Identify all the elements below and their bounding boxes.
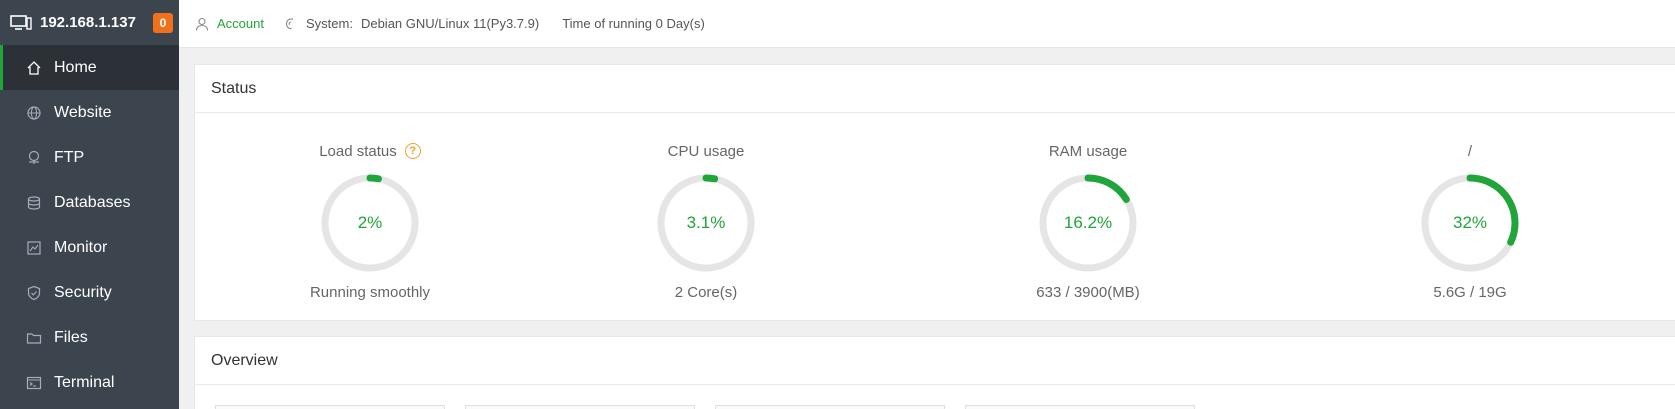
sidebar-item-ftp[interactable]: FTP [0, 135, 179, 180]
database-icon [27, 195, 41, 210]
gauge-value: 2% [357, 213, 383, 232]
gauge-subtitle: 5.6G / 19G [1433, 284, 1507, 301]
gauge-ring: 32% [1415, 168, 1525, 278]
gauge-ram[interactable]: RAM usage 16.2% 633 / 3900(MB) [1013, 140, 1163, 302]
gauge-subtitle: Running smoothly [309, 284, 431, 301]
sidebar: 192.168.1.137 0 Home Website FTP Databas… [0, 0, 179, 409]
gauge-ring: 16.2% [1033, 168, 1143, 278]
gauge-title-text: Load status [319, 142, 397, 160]
sidebar-item-files[interactable]: Files [0, 315, 179, 360]
overview-card[interactable] [715, 405, 945, 409]
gauge-title: Load status ? [319, 140, 421, 162]
sidebar-item-label: FTP [54, 148, 85, 166]
gauge-subtitle: 2 Core(s) [674, 284, 738, 301]
gauge-title: / [1467, 142, 1473, 160]
server-ip: 192.168.1.137 [40, 14, 136, 31]
sidebar-item-label: Website [54, 103, 112, 121]
overview-card[interactable] [965, 405, 1195, 409]
server-header[interactable]: 192.168.1.137 0 [0, 0, 179, 45]
gauge-subtitle: 633 / 3900(MB) [1036, 284, 1140, 301]
terminal-icon [26, 376, 42, 389]
gauge-disk[interactable]: / 32% 5.6G / 19G [1395, 140, 1545, 301]
overview-title: Overview [195, 337, 1675, 385]
gauge-ring: 2% [315, 168, 425, 278]
sidebar-item-terminal[interactable]: Terminal [0, 360, 179, 405]
sidebar-item-databases[interactable]: Databases [0, 180, 179, 225]
sidebar-item-label: Terminal [54, 373, 115, 391]
sidebar-item-label: Files [54, 328, 88, 346]
gauge-cpu[interactable]: CPU usage 3.1% 2 Core(s) [631, 140, 781, 301]
shield-icon [27, 285, 41, 300]
folder-icon [26, 332, 42, 344]
sidebar-item-security[interactable]: Security [0, 270, 179, 315]
status-title: Status [195, 65, 1675, 113]
uptime-text: Time of running 0 Day(s) [562, 16, 705, 31]
overview-panel: Overview [194, 336, 1675, 409]
monitor-chart-icon [27, 240, 41, 255]
sidebar-item-label: Databases [54, 193, 131, 211]
overview-card[interactable] [465, 405, 695, 409]
account-link[interactable]: Account [195, 16, 264, 31]
user-icon [195, 17, 209, 31]
ftp-icon [28, 150, 40, 164]
top-bar: Account System: Debian GNU/Linux 11(Py3.… [179, 0, 1675, 48]
gauge-load[interactable]: Load status ? 2% Running smoothly [295, 140, 445, 302]
help-icon[interactable]: ? [404, 143, 421, 159]
monitor-icon [10, 14, 32, 30]
status-panel: Status Load status ? 2% Running smoothly… [194, 64, 1675, 321]
sidebar-item-home[interactable]: Home [0, 45, 179, 90]
uptime-info: Time of running 0 Day(s) [562, 16, 705, 31]
sidebar-item-label: Security [54, 283, 112, 301]
sidebar-item-monitor[interactable]: Monitor [0, 225, 179, 270]
overview-card[interactable] [215, 405, 445, 409]
notification-badge[interactable]: 0 [153, 12, 173, 33]
gauge-title: RAM usage [1048, 142, 1128, 160]
sidebar-item-label: Monitor [54, 238, 108, 256]
gauge-value: 32% [1452, 213, 1488, 232]
gauge-ring: 3.1% [651, 168, 761, 278]
system-info: System: Debian GNU/Linux 11(Py3.7.9) [284, 16, 539, 31]
sidebar-item-website[interactable]: Website [0, 90, 179, 135]
globe-icon [27, 105, 41, 120]
gauge-value: 3.1% [686, 213, 726, 232]
home-icon [27, 60, 41, 75]
sidebar-item-label: Home [54, 58, 97, 76]
gauge-title: CPU usage [667, 142, 745, 160]
account-label: Account [217, 16, 264, 31]
system-value: Debian GNU/Linux 11(Py3.7.9) [360, 16, 540, 31]
debian-icon [285, 17, 294, 29]
system-label: System: [305, 16, 353, 31]
gauge-value: 16.2% [1063, 213, 1113, 232]
